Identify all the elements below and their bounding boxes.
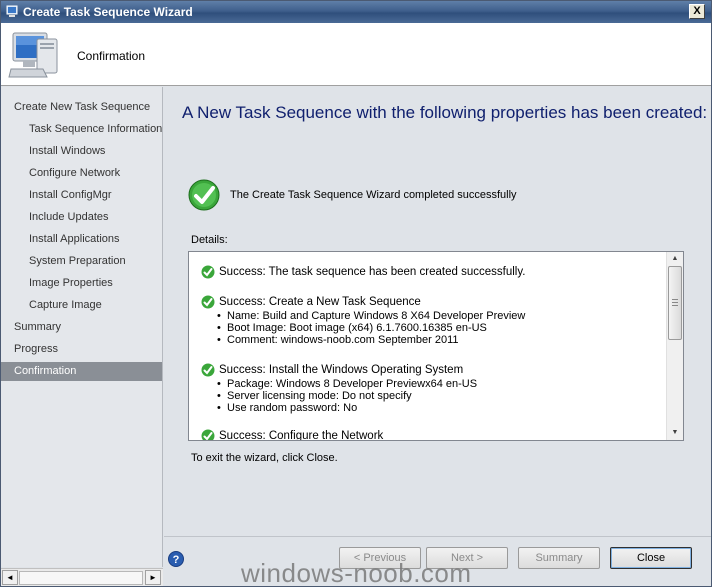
details-label: Details: <box>191 234 228 246</box>
scroll-up-arrow-icon[interactable]: ▲ <box>667 252 683 266</box>
exit-instruction: To exit the wizard, click Close. <box>191 452 338 464</box>
wizard-window: Create Task Sequence Wizard X Confirmati… <box>0 0 712 587</box>
detail-heading: Success: The task sequence has been crea… <box>201 264 525 280</box>
wizard-step-nav: Create New Task Sequence Task Sequence I… <box>1 87 163 567</box>
sidebar-item-progress[interactable]: Progress <box>1 340 162 359</box>
sidebar-item-create-new-task-sequence[interactable]: Create New Task Sequence <box>1 98 162 117</box>
sidebar-item-install-configmgr[interactable]: Install ConfigMgr <box>1 186 162 205</box>
sidebar-item-configure-network[interactable]: Configure Network <box>1 164 162 183</box>
sidebar-item-install-windows[interactable]: Install Windows <box>1 142 162 161</box>
green-checkmark-icon <box>201 265 215 279</box>
success-message: The Create Task Sequence Wizard complete… <box>230 189 517 201</box>
scroll-right-arrow-icon[interactable]: ► <box>145 570 161 585</box>
detail-group: Success: Install the Windows Operating S… <box>201 362 477 414</box>
sidebar-item-include-updates[interactable]: Include Updates <box>1 208 162 227</box>
sidebar-item-capture-image[interactable]: Capture Image <box>1 296 162 315</box>
green-checkmark-icon <box>201 363 215 377</box>
grip-icon <box>672 299 678 306</box>
detail-line: Comment: windows-noob.com September 2011 <box>201 334 525 346</box>
scroll-down-arrow-icon[interactable]: ▼ <box>667 426 683 440</box>
detail-heading-text: Success: Create a New Task Sequence <box>219 296 421 308</box>
sidebar-item-install-applications[interactable]: Install Applications <box>1 230 162 249</box>
title-bar[interactable]: Create Task Sequence Wizard X <box>1 1 711 23</box>
detail-group: Success: The task sequence has been crea… <box>201 264 525 280</box>
detail-heading-text: Success: Configure the Network <box>219 430 384 440</box>
scroll-thumb[interactable] <box>668 266 682 340</box>
sidebar-horizontal-scrollbar[interactable]: ◄ ► <box>1 568 163 586</box>
horizontal-scroll-thumb[interactable] <box>19 571 143 585</box>
summary-button[interactable]: Summary <box>518 547 600 569</box>
page-heading: A New Task Sequence with the following p… <box>182 103 708 122</box>
detail-line: Use random password: No <box>201 402 477 414</box>
detail-line: Boot Image: Boot image (x64) 6.1.7600.16… <box>201 322 525 334</box>
detail-heading-text: Success: Install the Windows Operating S… <box>219 364 464 376</box>
window-title: Create Task Sequence Wizard <box>23 5 193 19</box>
wizard-header: Confirmation <box>1 23 711 86</box>
green-checkmark-icon <box>201 429 215 440</box>
detail-line: Name: Build and Capture Windows 8 X64 De… <box>201 310 525 322</box>
details-textbox[interactable]: Success: The task sequence has been crea… <box>188 251 684 441</box>
detail-line: Package: Windows 8 Developer Previewx64 … <box>201 378 477 390</box>
close-window-button[interactable]: X <box>689 4 705 19</box>
detail-heading: Success: Configure the Network <box>201 428 383 440</box>
detail-heading: Success: Install the Windows Operating S… <box>201 362 477 378</box>
detail-line: Server licensing mode: Do not specify <box>201 390 477 402</box>
scroll-left-arrow-icon[interactable]: ◄ <box>2 570 18 585</box>
sidebar-item-confirmation[interactable]: Confirmation <box>1 362 162 381</box>
detail-heading: Success: Create a New Task Sequence <box>201 294 525 310</box>
sidebar-item-task-sequence-information[interactable]: Task Sequence Information <box>1 120 162 139</box>
sidebar-item-image-properties[interactable]: Image Properties <box>1 274 162 293</box>
header-title: Confirmation <box>77 49 146 63</box>
wizard-computer-icon <box>6 5 18 17</box>
computer-monitor-icon <box>8 32 58 78</box>
detail-heading-text: Success: The task sequence has been crea… <box>219 266 526 278</box>
detail-group: Success: Create a New Task Sequence Name… <box>201 294 525 346</box>
green-checkmark-icon <box>188 179 220 211</box>
close-button[interactable]: Close <box>610 547 692 569</box>
sidebar-item-system-preparation[interactable]: System Preparation <box>1 252 162 271</box>
watermark: windows-noob.com <box>241 558 472 587</box>
wizard-content: A New Task Sequence with the following p… <box>164 87 711 536</box>
detail-group: Success: Configure the Network <box>201 428 383 440</box>
help-icon[interactable]: ? <box>168 551 184 567</box>
details-content: Success: The task sequence has been crea… <box>189 252 667 440</box>
green-checkmark-icon <box>201 295 215 309</box>
sidebar-item-summary[interactable]: Summary <box>1 318 162 337</box>
details-vertical-scrollbar[interactable]: ▲ ▼ <box>666 252 683 440</box>
